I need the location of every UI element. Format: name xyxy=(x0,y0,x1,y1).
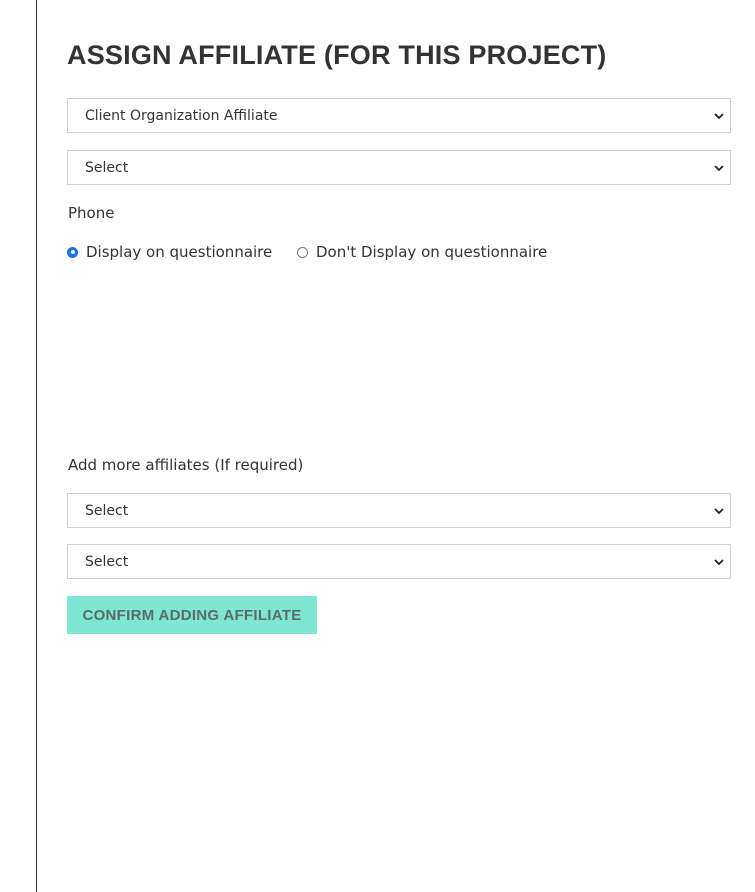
add-more-affiliates-label: Add more affiliates (If required) xyxy=(68,456,304,474)
page-title: ASSIGN AFFILIATE (FOR THIS PROJECT) xyxy=(67,40,607,70)
left-border-divider xyxy=(36,0,37,892)
chevron-down-icon xyxy=(714,559,724,566)
radio-checked-icon[interactable] xyxy=(67,246,78,258)
phone-label: Phone xyxy=(68,204,115,222)
radio-unchecked-icon[interactable] xyxy=(297,246,308,258)
affiliate-select-value: Select xyxy=(85,160,129,176)
affiliate-type-select-value: Client Organization Affiliate xyxy=(85,108,278,124)
radio-dont-display-on-questionnaire[interactable]: Don't Display on questionnaire xyxy=(297,243,547,261)
phone-display-radio-group: Display on questionnaire Don't Display o… xyxy=(67,243,731,263)
additional-affiliate-select[interactable]: Select xyxy=(67,544,731,579)
affiliate-type-select[interactable]: Client Organization Affiliate xyxy=(67,98,731,133)
chevron-down-icon xyxy=(714,508,724,515)
chevron-down-icon xyxy=(714,165,724,172)
additional-affiliate-type-select[interactable]: Select xyxy=(67,493,731,528)
radio-display-on-questionnaire[interactable]: Display on questionnaire xyxy=(67,243,272,261)
affiliate-select[interactable]: Select xyxy=(67,150,731,185)
additional-affiliate-type-select-value: Select xyxy=(85,503,129,519)
radio-dont-display-label: Don't Display on questionnaire xyxy=(316,243,548,261)
radio-display-label: Display on questionnaire xyxy=(86,243,273,261)
confirm-adding-affiliate-button[interactable]: CONFIRM ADDING AFFILIATE xyxy=(67,596,317,634)
chevron-down-icon xyxy=(714,113,724,120)
additional-affiliate-select-value: Select xyxy=(85,554,129,570)
